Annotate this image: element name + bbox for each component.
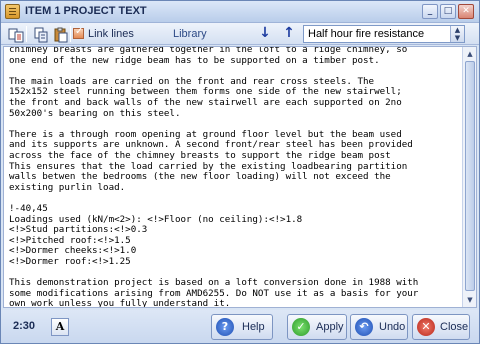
scrollbar-thumb[interactable] bbox=[465, 61, 475, 291]
undo-label: Undo bbox=[379, 321, 406, 333]
undo-icon: ↶ bbox=[355, 318, 373, 336]
vertical-scrollbar[interactable]: ▲ ▼ bbox=[462, 47, 476, 307]
editor-line[interactable]: existing purlin load. bbox=[9, 182, 461, 194]
font-button[interactable]: A bbox=[51, 318, 69, 336]
find-replace-icon[interactable] bbox=[7, 26, 24, 43]
help-icon: ? bbox=[216, 318, 234, 336]
library-dropdown[interactable]: Half hour fire resistance ▲ ▼ bbox=[303, 25, 465, 43]
editor-text[interactable]: chimney breasts are gathered together in… bbox=[9, 47, 461, 307]
help-button[interactable]: ? Help bbox=[211, 314, 273, 340]
project-text-window: ITEM 1 PROJECT TEXT _ □ ✕ ✓ Link lines L… bbox=[0, 0, 480, 344]
close-label: Close bbox=[440, 321, 469, 333]
dropdown-chevron-icon[interactable]: ▲ ▼ bbox=[450, 26, 464, 42]
window-close-button[interactable]: ✕ bbox=[458, 4, 474, 19]
apply-label: Apply bbox=[316, 321, 344, 333]
bottom-bar: 2:30 A ? Help ✓ Apply ↶ Undo ✕ Close bbox=[1, 310, 479, 343]
editor-line[interactable]: 50x200's bearing on this steel. bbox=[9, 108, 461, 120]
toolbar-separator bbox=[70, 26, 71, 42]
arrow-down-icon[interactable]: ↓ bbox=[257, 26, 273, 42]
editor-line[interactable] bbox=[9, 193, 461, 204]
checkmark-icon: ✓ bbox=[292, 318, 310, 336]
notepad-icon bbox=[5, 4, 20, 19]
paste-icon[interactable] bbox=[52, 26, 68, 43]
apply-button[interactable]: ✓ Apply bbox=[287, 314, 347, 340]
window-title: ITEM 1 PROJECT TEXT bbox=[25, 5, 147, 17]
editor-line[interactable]: <!>Dormer roof:<!>1.25 bbox=[9, 256, 461, 268]
close-icon: ✕ bbox=[417, 318, 435, 336]
undo-button[interactable]: ↶ Undo bbox=[350, 314, 408, 340]
editor-line[interactable]: the front and back walls of the new stai… bbox=[9, 97, 461, 109]
library-link[interactable]: Library bbox=[173, 28, 207, 40]
link-lines-checkbox[interactable] bbox=[73, 26, 84, 39]
maximize-button[interactable]: □ bbox=[440, 4, 456, 19]
project-text-editor[interactable]: chimney breasts are gathered together in… bbox=[3, 46, 477, 308]
scroll-up-icon[interactable]: ▲ bbox=[464, 48, 476, 60]
title-bar[interactable]: ITEM 1 PROJECT TEXT _ □ ✕ bbox=[1, 1, 479, 23]
library-dropdown-value: Half hour fire resistance bbox=[308, 28, 425, 40]
scroll-down-icon[interactable]: ▼ bbox=[464, 294, 476, 306]
toolbar: Link lines Library ↓ ↑ Half hour fire re… bbox=[1, 23, 479, 45]
link-lines-label[interactable]: Link lines bbox=[88, 28, 134, 40]
editor-line[interactable]: !-40,45 bbox=[9, 203, 461, 215]
editor-line[interactable]: one end of the new ridge beam has to be … bbox=[9, 55, 461, 67]
close-button[interactable]: ✕ Close bbox=[412, 314, 470, 340]
copy-icon[interactable] bbox=[32, 26, 48, 43]
minimize-button[interactable]: _ bbox=[422, 4, 438, 19]
arrow-up-icon[interactable]: ↑ bbox=[281, 26, 297, 42]
toolbar-separator bbox=[26, 26, 27, 42]
time-display: 2:30 bbox=[13, 320, 36, 332]
help-label: Help bbox=[242, 321, 265, 333]
editor-line[interactable]: own work unless you fully understand it. bbox=[9, 299, 461, 307]
editor-line[interactable]: across the face of the chimney breasts t… bbox=[9, 150, 461, 162]
